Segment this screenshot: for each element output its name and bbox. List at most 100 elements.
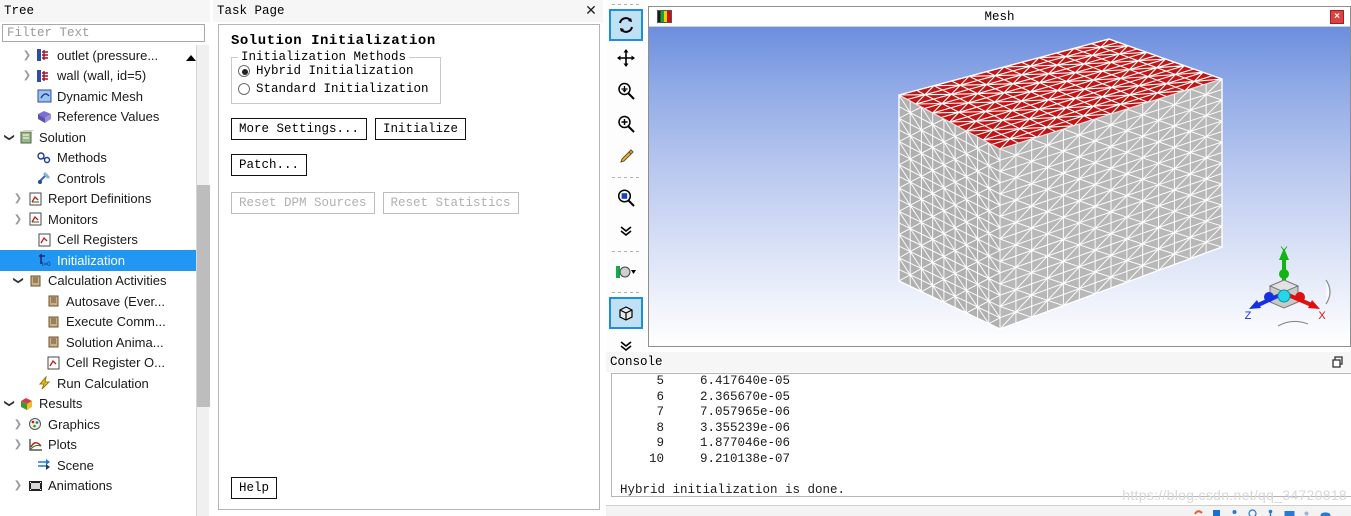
tree-item-label: Scene [57,457,94,473]
boundary-icon [34,69,54,83]
tree-list: ❯ outlet (pressure... ❯ wall (wall, id=5) Dy… [0,45,196,516]
tree-scrollbar[interactable] [196,45,210,516]
tree-panel-title: Tree [0,0,210,22]
chevron-down-icon[interactable]: ❯ [13,274,24,288]
zoom-out-tool-button[interactable] [609,75,643,107]
chevron-right-icon[interactable]: ❯ [11,193,25,204]
tree-item-autosave-ever[interactable]: Autosave (Ever... [0,291,196,312]
more-view-tools-button[interactable] [609,215,643,247]
fit-to-window-tool-button[interactable] [609,182,643,214]
pan-tool-button[interactable] [609,42,643,74]
radio-hybrid-initialization[interactable]: Hybrid Initialization [238,62,434,80]
chevron-right-icon[interactable]: ❯ [20,70,34,81]
console-residual: 1.877046e-06 [700,436,791,450]
browser-icon[interactable] [1194,507,1203,516]
zoom-in-tool-button[interactable] [609,108,643,140]
graphics-icon [25,417,45,431]
radio-button-icon[interactable] [238,83,250,95]
console-iteration: 6 [656,389,664,404]
tree-item-reference-values[interactable]: Reference Values [0,107,196,128]
display-options-icon [616,266,636,278]
chevron-double-down-icon [620,226,632,237]
tree-item-graphics[interactable]: ❯ Graphics [0,414,196,435]
watermark-text: https://blog.csdn.net/qq_34720818 [1122,487,1347,503]
tree-item-label: Graphics [48,416,101,432]
task-page-panel: Task Page ✕ Solution Initialization Init… [213,0,605,516]
reference-values-icon [34,110,54,124]
chevron-right-icon[interactable]: ❯ [11,480,25,491]
mesh-window-titlebar[interactable]: Mesh × [649,7,1350,27]
task-page-header: Task Page ✕ [213,0,605,22]
initialize-button[interactable]: Initialize [375,118,467,140]
tree-item-outlet-pressure[interactable]: ❯ outlet (pressure... [0,45,196,66]
tree-item-dynamic-mesh[interactable]: Dynamic Mesh [0,86,196,107]
tree-item-report-definitions[interactable]: ❯ Report Definitions [0,189,196,210]
tree-item-solution-anima[interactable]: Solution Anima... [0,332,196,353]
close-icon[interactable]: × [1330,10,1344,24]
tree-item-label: Autosave (Ever... [66,293,165,309]
cloud-icon[interactable] [1320,507,1331,516]
keyboard-icon[interactable] [1284,507,1295,516]
solution-initialization-heading: Solution Initialization [231,33,436,49]
fluent-application-window: Tree Filter Text ❯ outlet (pressure... ❯ wa… [0,0,1351,516]
tree-item-initialization[interactable]: t=0 Initialization [0,250,196,271]
clock-icon[interactable] [1248,507,1257,516]
console-residual: 9.210138e-07 [700,451,791,466]
radio-hybrid-initialization-label: Hybrid Initialization [256,64,414,78]
tree-item-solution[interactable]: ❯ Solution [0,127,196,148]
display-options-tool-button[interactable] [609,256,643,288]
cube-icon [619,306,633,321]
tree-item-label: Calculation Activities [48,273,167,289]
tree-scroll-up-arrow-icon[interactable] [186,55,196,61]
more-settings-button[interactable]: More Settings... [231,118,368,140]
tree-scrollbar-thumb[interactable] [197,185,210,407]
tree-item-label: outlet (pressure... [57,47,159,63]
console-output[interactable]: 5 6.417640e-05 6 2.365670e-05 7 7.057965e-06 8… [611,373,1351,497]
tree-item-label: Solution [39,129,86,145]
animations-icon [25,479,45,493]
probe-tool-button[interactable] [609,141,643,173]
tree-filter-input[interactable]: Filter Text [2,24,205,42]
reset-action-row: Reset DPM Sources Reset Statistics [231,192,599,214]
tree-panel: Tree Filter Text ❯ outlet (pressure... ❯ wa… [0,0,210,516]
tree-item-animations[interactable]: ❯ Animations [0,476,196,497]
restore-window-icon[interactable] [1331,355,1345,369]
initialization-methods-group: Initialization Methods Hybrid Initializa… [231,50,441,104]
tree-item-run-calculation[interactable]: Run Calculation [0,373,196,394]
chevron-right-icon[interactable]: ❯ [20,50,34,61]
tree-item-execute-comm[interactable]: Execute Comm... [0,312,196,333]
pin-icon[interactable] [1266,507,1275,516]
tree-item-calculation-activities[interactable]: ❯ Calculation Activities [0,271,196,292]
tree-item-cell-register-o[interactable]: Cell Register O... [0,353,196,374]
radio-button-icon[interactable] [238,65,250,77]
radio-standard-initialization[interactable]: Standard Initialization [238,80,434,98]
chevron-right-icon[interactable]: ❯ [11,214,25,225]
rotate-tool-button[interactable] [609,9,643,41]
tree-item-label: Results [39,396,83,412]
tree-item-scene[interactable]: Scene [0,455,196,476]
chevron-right-icon[interactable]: ❯ [11,439,25,450]
tree-item-controls[interactable]: Controls [0,168,196,189]
close-icon[interactable]: ✕ [583,2,599,18]
controls-icon [34,171,54,185]
tree-item-label: Cell Register O... [66,355,165,371]
tree-item-label: Solution Anima... [66,334,164,350]
console-spacer [612,467,1351,483]
patch-button[interactable]: Patch... [231,154,308,176]
store-icon[interactable] [1212,507,1221,516]
tree-item-wall-wall-id-5[interactable]: ❯ wall (wall, id=5) [0,66,196,87]
tree-item-monitors[interactable]: ❯ Monitors [0,209,196,230]
tree-item-cell-registers[interactable]: Cell Registers [0,230,196,251]
help-button[interactable]: Help [231,477,278,499]
chevron-down-icon[interactable]: ❯ [4,130,15,144]
user-icon[interactable] [1230,507,1239,516]
chevron-right-icon[interactable]: ❯ [11,419,25,430]
tree-item-plots[interactable]: ❯ Plots [0,435,196,456]
render-view-tool-button[interactable] [609,297,643,329]
solution-animation-icon [43,335,63,349]
tree-item-results[interactable]: ❯ Results [0,394,196,415]
chevron-down-icon[interactable]: ❯ [4,397,15,411]
mesh-canvas[interactable]: Y X Z [649,27,1350,346]
tree-item-methods[interactable]: Methods [0,148,196,169]
report-icon [25,192,45,206]
